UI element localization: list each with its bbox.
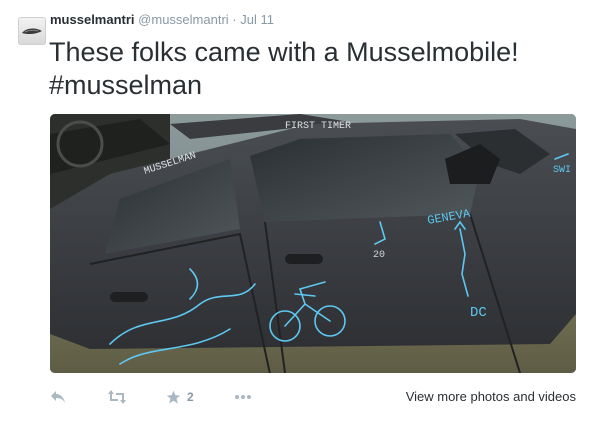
tweet-header: musselmantri @musselmantri · Jul 11 (50, 12, 274, 27)
separator-dot: · (232, 12, 237, 27)
scribble-dc: DC (470, 305, 487, 321)
reply-button[interactable] (50, 385, 66, 409)
favorite-count: 2 (187, 390, 194, 404)
tweet-photo[interactable]: FIRST TIMER MUSSELMAN GENEVA DC 20 SWI (50, 114, 576, 373)
avatar[interactable] (18, 17, 46, 45)
retweet-button[interactable] (108, 385, 126, 409)
hashtag-link[interactable]: #musselman (49, 69, 579, 102)
tweet-actions: 2 View more photos and videos (50, 385, 580, 409)
more-button[interactable] (234, 385, 252, 409)
scribble-first-timer: FIRST TIMER (285, 121, 351, 132)
tweet-timestamp[interactable]: Jul 11 (240, 12, 274, 27)
star-icon (166, 390, 181, 405)
favorite-button[interactable]: 2 (166, 385, 194, 409)
user-handle[interactable]: @musselmantri (138, 12, 229, 27)
reply-icon (50, 390, 66, 404)
tweet-text-line: These folks came with a Musselmobile! (49, 37, 519, 67)
more-icon (234, 394, 252, 400)
view-more-photos-link[interactable]: View more photos and videos (406, 389, 576, 404)
scribble-edge: SWI (553, 165, 571, 176)
retweet-icon (108, 390, 126, 404)
tweet-text: These folks came with a Musselmobile! #m… (49, 36, 579, 102)
user-fullname[interactable]: musselmantri (50, 12, 135, 27)
tweet: musselmantri @musselmantri · Jul 11 Thes… (0, 0, 595, 428)
scribble-number: 20 (373, 250, 385, 261)
